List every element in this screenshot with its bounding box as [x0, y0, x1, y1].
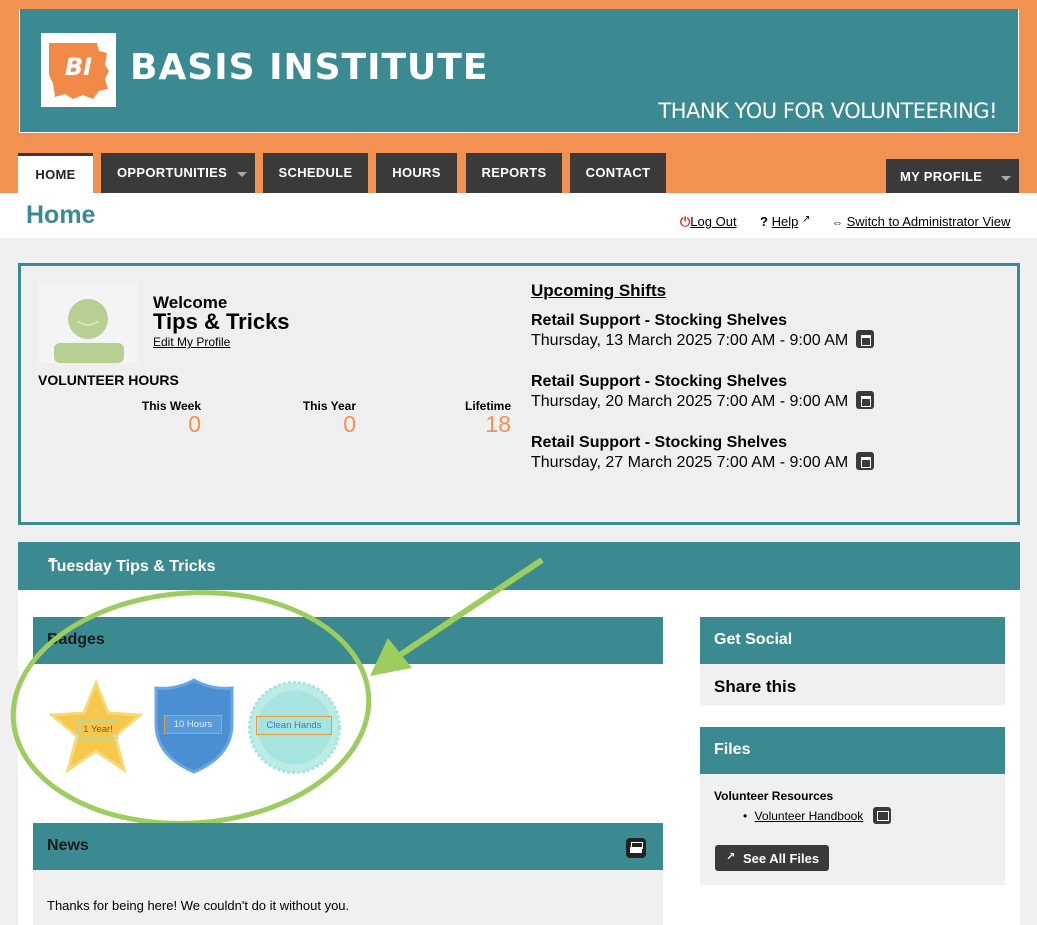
shift-name[interactable]: Retail Support - Stocking Shelves	[531, 311, 874, 330]
help-label: Help	[771, 214, 799, 229]
avatar[interactable]	[38, 283, 138, 363]
chevron-down-icon	[1001, 176, 1011, 181]
logout-label: Log Out	[690, 214, 737, 229]
file-group-title: Volunteer Resources	[714, 789, 834, 803]
calendar-icon[interactable]	[856, 330, 875, 348]
logo-text: BI	[64, 53, 93, 81]
shift-name[interactable]: Retail Support - Stocking Shelves	[531, 433, 874, 452]
nav-tab-reports[interactable]: REPORTS	[466, 153, 562, 193]
news-title: News	[47, 837, 89, 854]
shift-time: Thursday, 27 March 2025 7:00 AM - 9:00 A…	[531, 452, 875, 472]
nav-my-profile-label: MY PROFILE	[900, 169, 983, 184]
print-icon[interactable]	[626, 838, 646, 858]
question-icon: ?	[760, 214, 768, 229]
news-text: Thanks for being here! We couldn't do it…	[47, 898, 350, 913]
shift-item: Retail Support - Stocking Shelves Thursd…	[531, 433, 875, 472]
welcome-name: Tips & Tricks	[153, 309, 290, 334]
social-panel-body: Share this	[700, 664, 1005, 705]
shift-time: Thursday, 20 March 2025 7:00 AM - 9:00 A…	[531, 391, 875, 411]
welcome-panel: Welcome Tips & Tricks Edit My Profile VO…	[18, 263, 1020, 525]
user-placeholder-icon	[38, 283, 138, 363]
external-link-icon: ↗	[726, 851, 736, 863]
news-body: Thanks for being here! We couldn't do it…	[33, 870, 663, 925]
news-panel-header: News	[33, 823, 663, 870]
image-file-icon[interactable]	[872, 807, 891, 824]
social-title: Get Social	[714, 631, 793, 648]
stat-value-week: 0	[188, 411, 201, 437]
nav-tab-home[interactable]: HOME	[18, 153, 93, 193]
switch-admin-label: Switch to Administrator View	[846, 214, 1011, 229]
switch-arrows-icon: ⇔	[832, 217, 843, 229]
calendar-icon[interactable]	[856, 391, 875, 409]
logout-link[interactable]: ⏻Log Out	[680, 214, 737, 230]
switch-admin-link[interactable]: ⇔ Switch to Administrator View	[832, 214, 1010, 229]
site-banner: BI BASIS INSTITUTE THANK YOU FOR VOLUNTE…	[19, 9, 1019, 133]
shift-time-text: Thursday, 27 March 2025 7:00 AM - 9:00 A…	[531, 454, 849, 471]
stat-value-year: 0	[343, 411, 356, 437]
upcoming-shifts-title: Upcoming Shifts	[531, 281, 667, 300]
nav-tab-hours[interactable]: HOURS	[376, 153, 457, 193]
help-link[interactable]: ? Help ↗	[760, 214, 810, 229]
file-list-item: • Volunteer Handbook	[743, 807, 891, 824]
see-all-files-label: See All Files	[743, 851, 820, 866]
shift-time-text: Thursday, 20 March 2025 7:00 AM - 9:00 A…	[531, 393, 849, 410]
chevron-down-icon	[237, 172, 247, 177]
shift-name[interactable]: Retail Support - Stocking Shelves	[531, 372, 874, 391]
nav-tab-opportunities[interactable]: OPPORTUNITIES	[101, 153, 255, 193]
nav-my-profile[interactable]: MY PROFILE	[886, 159, 1019, 193]
shift-time: Thursday, 13 March 2025 7:00 AM - 9:00 A…	[531, 330, 875, 350]
annotation-overlay	[10, 557, 544, 826]
calendar-icon[interactable]	[856, 452, 875, 470]
nav-tab-opportunities-label: OPPORTUNITIES	[117, 165, 228, 180]
brand-tagline: THANK YOU FOR VOLUNTEERING!	[658, 99, 997, 123]
brand-name: BASIS INSTITUTE	[130, 47, 489, 88]
shift-item: Retail Support - Stocking Shelves Thursd…	[531, 372, 875, 411]
bullet: •	[743, 809, 748, 823]
power-icon: ⏻	[680, 214, 691, 229]
volunteer-handbook-link[interactable]: Volunteer Handbook	[755, 809, 864, 823]
shift-item: Retail Support - Stocking Shelves Thursd…	[531, 311, 875, 350]
page-title-bar: Home ⏻Log Out ? Help ↗ ⇔ Switch to Admin…	[0, 193, 1037, 238]
site-logo[interactable]: BI	[41, 33, 116, 107]
see-all-files-button[interactable]: ↗ See All Files	[715, 845, 829, 871]
files-panel-header: Files	[700, 727, 1005, 774]
social-panel-header: Get Social	[700, 617, 1005, 664]
nav-tab-contact[interactable]: CONTACT	[570, 153, 666, 193]
page-title: Home	[26, 201, 96, 229]
nav-tab-schedule[interactable]: SCHEDULE	[263, 153, 368, 193]
files-panel-body: Volunteer Resources • Volunteer Handbook…	[700, 774, 1005, 885]
files-title: Files	[714, 741, 751, 758]
share-this-label[interactable]: Share this	[714, 677, 796, 697]
shift-time-text: Thursday, 13 March 2025 7:00 AM - 9:00 A…	[531, 332, 849, 349]
volunteer-hours-title: VOLUNTEER HOURS	[38, 372, 179, 388]
edit-profile-link[interactable]: Edit My Profile	[153, 335, 230, 349]
stat-value-lifetime: 18	[485, 411, 511, 437]
external-link-icon: ↗	[801, 214, 811, 225]
